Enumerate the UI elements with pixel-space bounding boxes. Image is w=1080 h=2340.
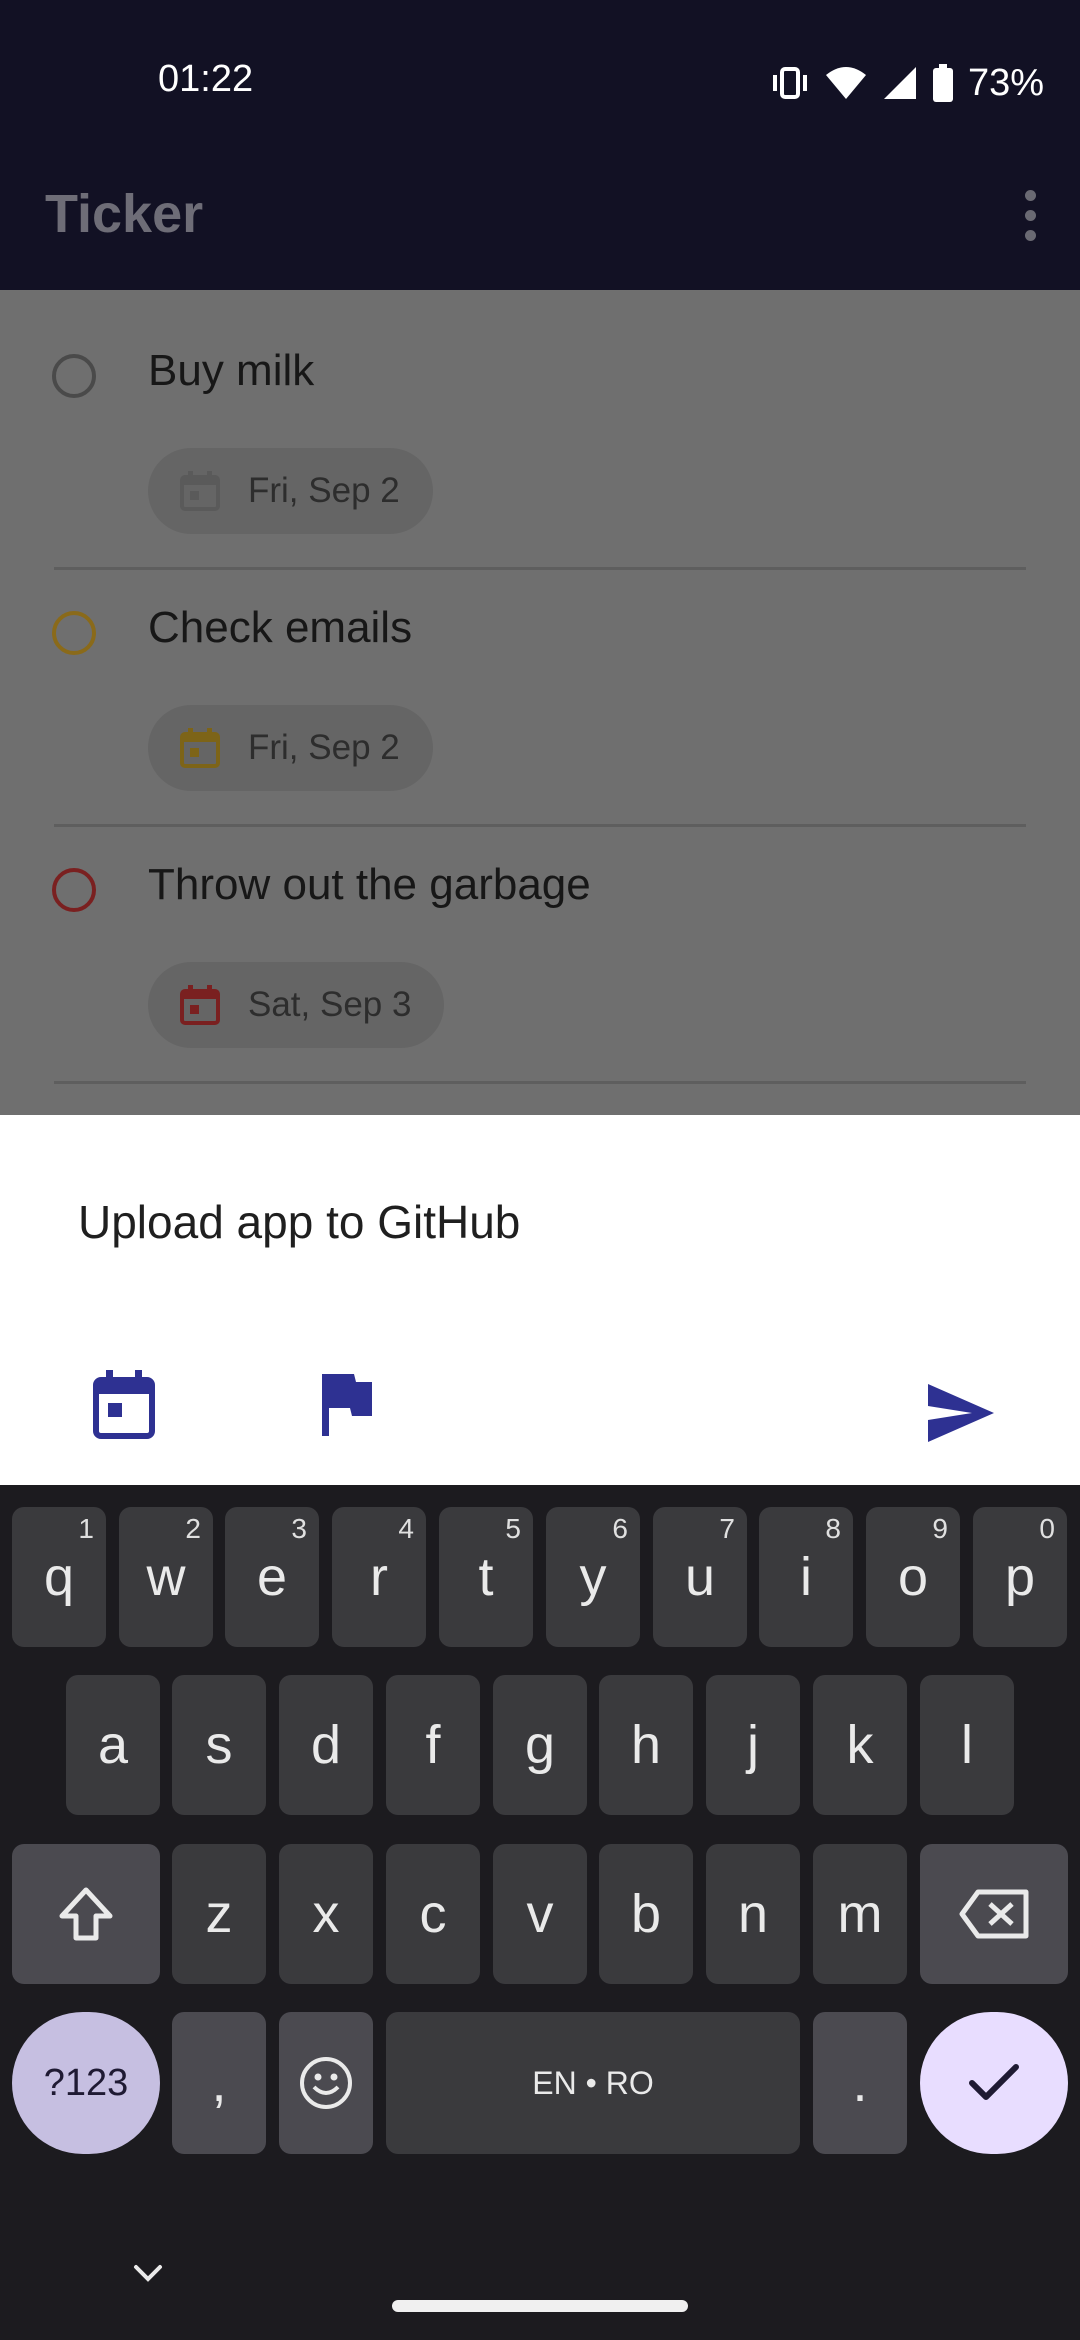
emoji-icon [300, 2057, 352, 2109]
backspace-icon [959, 1889, 1029, 1939]
task-title: Buy milk [148, 346, 315, 395]
task-checkbox[interactable] [52, 611, 96, 655]
key-i[interactable]: i8 [759, 1507, 853, 1647]
check-icon [969, 2064, 1019, 2100]
key-k[interactable]: k [813, 1675, 907, 1815]
emoji-key[interactable] [279, 2012, 373, 2154]
key-j[interactable]: j [706, 1675, 800, 1815]
key-l[interactable]: l [920, 1675, 1014, 1815]
list-item[interactable]: Check emails Fri, Sep 2 [0, 547, 1080, 827]
period-key[interactable]: . [813, 2012, 907, 2154]
calendar-icon[interactable] [92, 1370, 156, 1440]
task-date: Fri, Sep 2 [248, 728, 400, 767]
key-g[interactable]: g [493, 1675, 587, 1815]
task-title: Check emails [148, 603, 413, 652]
task-input[interactable]: Upload app to GitHub [78, 1195, 520, 1249]
list-item[interactable]: Buy milk Fri, Sep 2 [0, 290, 1080, 570]
key-v[interactable]: v [493, 1844, 587, 1984]
status-icons: 73% [770, 58, 1044, 108]
date-chip[interactable]: Fri, Sep 2 [148, 705, 433, 791]
shift-key[interactable] [12, 1844, 160, 1984]
keyboard-collapse-icon[interactable] [130, 2255, 166, 2291]
key-z[interactable]: z [172, 1844, 266, 1984]
key-d[interactable]: d [279, 1675, 373, 1815]
calendar-icon [180, 728, 220, 768]
date-chip[interactable]: Fri, Sep 2 [148, 448, 433, 534]
battery-icon [932, 64, 953, 102]
enter-key[interactable] [920, 2012, 1068, 2154]
key-n[interactable]: n [706, 1844, 800, 1984]
calendar-icon [180, 985, 220, 1025]
key-a[interactable]: a [66, 1675, 160, 1815]
overflow-menu-icon[interactable] [1000, 180, 1060, 250]
wifi-icon [825, 67, 866, 99]
task-title: Throw out the garbage [148, 860, 591, 909]
calendar-icon [180, 471, 220, 511]
key-f[interactable]: f [386, 1675, 480, 1815]
status-time: 01:22 [158, 58, 254, 100]
task-list: Buy milk Fri, Sep 2 Check emails Fri, Se… [0, 290, 1080, 1115]
task-checkbox[interactable] [52, 354, 96, 398]
gesture-nav-handle[interactable] [392, 2300, 688, 2312]
task-date: Fri, Sep 2 [248, 471, 400, 510]
app-title: Ticker [45, 184, 204, 244]
divider [54, 1081, 1026, 1084]
signal-icon [883, 67, 916, 99]
space-key[interactable]: EN • RO [386, 2012, 800, 2154]
vibrate-icon [772, 67, 807, 99]
key-y[interactable]: y6 [546, 1507, 640, 1647]
date-chip[interactable]: Sat, Sep 3 [148, 962, 445, 1048]
add-task-sheet [0, 1115, 1080, 1485]
key-w[interactable]: w2 [119, 1507, 213, 1647]
key-h[interactable]: h [599, 1675, 693, 1815]
key-c[interactable]: c [386, 1844, 480, 1984]
key-t[interactable]: t5 [439, 1507, 533, 1647]
key-m[interactable]: m [813, 1844, 907, 1984]
key-r[interactable]: r4 [332, 1507, 426, 1647]
battery-percent: 73% [967, 61, 1044, 104]
key-u[interactable]: u7 [653, 1507, 747, 1647]
key-p[interactable]: p0 [973, 1507, 1067, 1647]
key-s[interactable]: s [172, 1675, 266, 1815]
flag-icon[interactable] [318, 1370, 374, 1440]
symbols-key[interactable]: ?123 [12, 2012, 160, 2154]
backspace-key[interactable] [920, 1844, 1068, 1984]
shift-icon [59, 1887, 113, 1941]
key-o[interactable]: o9 [866, 1507, 960, 1647]
key-q[interactable]: q1 [12, 1507, 106, 1647]
key-b[interactable]: b [599, 1844, 693, 1984]
key-x[interactable]: x [279, 1844, 373, 1984]
send-icon[interactable] [926, 1382, 996, 1444]
task-date: Sat, Sep 3 [248, 985, 412, 1024]
task-checkbox[interactable] [52, 868, 96, 912]
list-item[interactable]: Throw out the garbage Sat, Sep 3 [0, 804, 1080, 1084]
key-e[interactable]: e3 [225, 1507, 319, 1647]
comma-key[interactable]: , [172, 2012, 266, 2154]
